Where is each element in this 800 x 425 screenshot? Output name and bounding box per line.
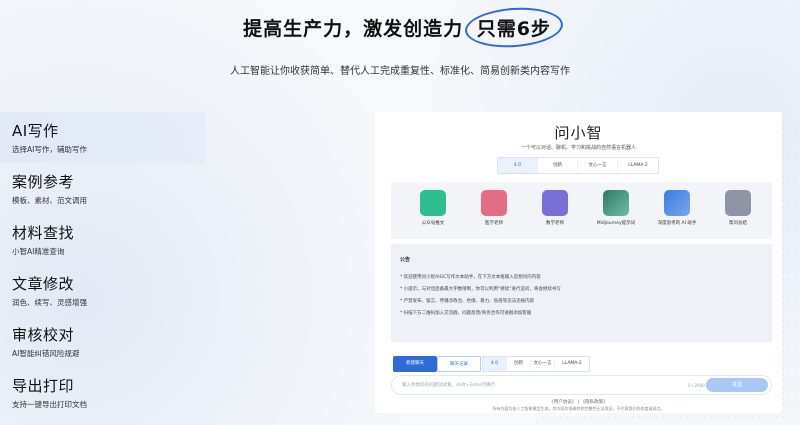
chat-model-tabs: 4.0 创新 文心一言 LLAMA-2 bbox=[482, 356, 590, 372]
app-icon bbox=[420, 190, 446, 216]
app-tile-medical-teacher[interactable]: 医学老师 bbox=[464, 190, 524, 226]
hero-title: 提高生产力，激发创造力 只需6步 bbox=[0, 14, 800, 41]
send-button[interactable]: 发送 bbox=[706, 378, 768, 392]
app-label: 数学老师 bbox=[546, 221, 564, 226]
app-icon bbox=[603, 190, 629, 216]
hero-title-prefix: 提高生产力，激发创造力 bbox=[243, 18, 464, 40]
feature-title: 审核校对 bbox=[12, 326, 75, 344]
feature-list: AI写作 选择AI写作，辅助写作 案例参考 模板、素材、范文调用 材料查找 小智… bbox=[0, 112, 205, 418]
app-icon bbox=[481, 190, 507, 216]
app-label: Midjourney提示词 bbox=[596, 221, 636, 226]
model-tab-innovation[interactable]: 创新 bbox=[538, 158, 578, 173]
feature-desc: 选择AI写作，辅助写作 bbox=[12, 145, 87, 154]
feature-item-ai-writing[interactable]: AI写作 选择AI写作，辅助写作 bbox=[0, 112, 205, 163]
notice-line: * 严禁发布、留言、传播涉政治、色情、暴力、低俗等违法违规内容 bbox=[400, 299, 535, 304]
app-tile-math-teacher[interactable]: 数学老师 bbox=[525, 190, 585, 226]
hero-title-highlight: 只需6步 bbox=[471, 14, 557, 41]
feature-item-material-search[interactable]: 材料查找 小智AI精准查询 bbox=[0, 214, 205, 265]
char-counter: 0 / 2000 bbox=[688, 383, 705, 388]
chat-input-placeholder[interactable]: 输入你想问的问题试试看，shift+Enter可换行 bbox=[402, 382, 495, 388]
app-icon bbox=[542, 190, 568, 216]
app-preview-window: 问小智 一个可以对话、聊机、学习和挑战的自然语言机器人 4.0 创新 文心一言 … bbox=[375, 112, 782, 413]
app-label: 深度思考的 AI 助手 bbox=[657, 221, 697, 226]
app-shortcuts-panel: 公众号推文 医学老师 数学老师 Midjourney提示词 深度思考的 AI 助… bbox=[391, 182, 772, 239]
feature-item-export-print[interactable]: 导出打印 支持一键导出打印文档 bbox=[0, 367, 205, 418]
chat-input-bar[interactable]: 输入你想问的问题试试看，shift+Enter可换行 0 / 2000 发送 bbox=[391, 375, 772, 395]
model-tab-4-0[interactable]: 4.0 bbox=[498, 158, 538, 173]
feature-desc: AI智能纠错风险规避 bbox=[12, 349, 80, 358]
feature-title: 文章修改 bbox=[12, 275, 75, 293]
notice-line: * 欢迎使用问小智AIGC写作文本助手，在下方文本框输入您想问的内容 bbox=[400, 275, 541, 280]
feature-item-case-reference[interactable]: 案例参考 模板、素材、范文调用 bbox=[0, 163, 205, 214]
app-label: 公众号推文 bbox=[421, 221, 445, 226]
hero-subtitle: 人工智能让你收获简单、替代人工完成重复性、标准化、简易创新类内容写作 bbox=[230, 66, 570, 77]
app-name: 问小智 bbox=[554, 124, 603, 142]
model-tab-wenxin[interactable]: 文心一言 bbox=[578, 158, 618, 173]
new-chat-button[interactable]: 新建聊天 bbox=[393, 356, 437, 372]
app-tile-summary[interactable]: 帮问总结 bbox=[708, 190, 768, 226]
app-tile-midjourney[interactable]: Midjourney提示词 bbox=[586, 190, 646, 226]
app-label: 帮问总结 bbox=[729, 221, 747, 226]
notice-line: * 小提示，与对话后备最大字数限制，你可以利用"继续"进行追问，将会继续书写 bbox=[400, 287, 561, 292]
feature-item-article-edit[interactable]: 文章修改 润色、续写、灵感增强 bbox=[0, 265, 205, 316]
footer-disclaimer: 所有内容均由人工智能模型生成，其内容的准确性和完整性无法保证，不代表我们的态度或… bbox=[492, 406, 665, 411]
app-tile-wechat-post[interactable]: 公众号推文 bbox=[403, 190, 463, 226]
model-tabs: 4.0 创新 文心一言 LLAMA-2 bbox=[497, 157, 659, 174]
model-tab-llama[interactable]: LLAMA-2 bbox=[618, 158, 658, 173]
feature-desc: 支持一键导出打印文档 bbox=[12, 400, 87, 409]
app-tile-ai-assistant[interactable]: 深度思考的 AI 助手 bbox=[647, 190, 707, 226]
footer-links[interactable]: 《用户协议》 | 《隐私政策》 bbox=[375, 399, 782, 405]
chat-model-tab-4-0[interactable]: 4.0 bbox=[483, 357, 507, 371]
feature-desc: 模板、素材、范文调用 bbox=[12, 196, 87, 205]
feature-title: 案例参考 bbox=[12, 173, 75, 191]
app-tagline: 一个可以对话、聊机、学习和挑战的自然语言机器人 bbox=[520, 145, 636, 151]
chat-history-button[interactable]: 聊天记录 bbox=[437, 356, 481, 372]
notice-title: 公告 bbox=[400, 257, 411, 263]
app-icon bbox=[664, 190, 690, 216]
feature-desc: 小智AI精准查询 bbox=[12, 247, 65, 256]
feature-title: AI写作 bbox=[12, 122, 59, 140]
app-label: 医学老师 bbox=[485, 221, 503, 226]
feature-desc: 润色、续写、灵感增强 bbox=[12, 298, 87, 307]
feature-title: 导出打印 bbox=[12, 377, 75, 395]
feature-item-proofread[interactable]: 审核校对 AI智能纠错风险规避 bbox=[0, 316, 205, 367]
chat-model-tab-wenxin[interactable]: 文心一言 bbox=[531, 357, 555, 371]
notice-panel: 公告 * 欢迎使用问小智AIGC写作文本助手，在下方文本框输入您想问的内容 * … bbox=[391, 244, 772, 342]
app-icon bbox=[725, 190, 751, 216]
notice-line: * 扫描下方二维码加入交流群，问题反馈/商务合作可进群添加客服 bbox=[400, 311, 532, 316]
chat-model-tab-innovation[interactable]: 创新 bbox=[507, 357, 531, 371]
feature-title: 材料查找 bbox=[12, 224, 75, 242]
chat-model-tab-llama[interactable]: LLAMA-2 bbox=[555, 357, 589, 371]
